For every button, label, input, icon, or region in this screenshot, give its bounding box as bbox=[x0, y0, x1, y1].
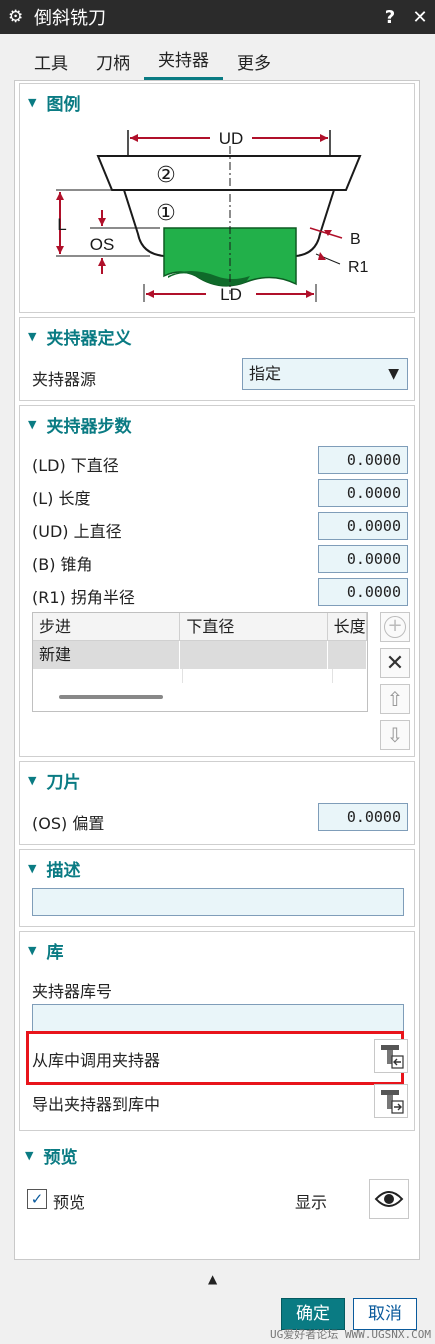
column-header[interactable]: 长度 bbox=[328, 613, 367, 640]
collapse-triangle-icon: ▼ bbox=[25, 1148, 34, 1162]
close-button[interactable]: ✕ bbox=[405, 7, 435, 28]
library-number-input[interactable] bbox=[32, 1004, 404, 1032]
export-to-library-label: 导出夹持器到库中 bbox=[32, 1095, 161, 1114]
chevron-down-icon: ▼ bbox=[388, 366, 399, 382]
lower-diameter-label: (LD) 下直径 bbox=[32, 456, 119, 475]
help-button[interactable]: ? bbox=[375, 7, 405, 28]
settings-panel: ▼ 图例 UD ② ① L OS B R1 LD ▼ 夹持器定义 夹持器源 指定… bbox=[14, 80, 420, 1260]
table-row[interactable]: 新建 bbox=[33, 641, 367, 669]
library-group: ▼ 库 夹持器库号 从库中调用夹持器 导出夹持器到库中 bbox=[19, 931, 415, 1131]
holder-diagram: UD ② ① L OS B R1 LD bbox=[56, 129, 369, 304]
collapse-triangle-icon: ▼ bbox=[28, 417, 37, 431]
label-section-2: ② bbox=[156, 163, 176, 188]
corner-radius-label: (R1) 拐角半径 bbox=[32, 588, 135, 607]
add-step-button[interactable]: + bbox=[380, 612, 410, 642]
upper-diameter-field[interactable]: 0.0000 bbox=[318, 512, 408, 540]
collapse-up-icon[interactable]: ▲ bbox=[208, 1272, 217, 1286]
collapse-triangle-icon: ▼ bbox=[28, 95, 37, 109]
arrow-down-icon: ⇩ bbox=[386, 723, 404, 747]
label-b: B bbox=[350, 231, 361, 248]
tab-tool[interactable]: 工具 bbox=[20, 40, 82, 80]
holder-source-label: 夹持器源 bbox=[32, 370, 97, 389]
legend-header[interactable]: ▼ 图例 bbox=[28, 90, 80, 115]
tab-shank[interactable]: 刀柄 bbox=[82, 40, 144, 80]
holder-definition-header[interactable]: ▼ 夹持器定义 bbox=[28, 324, 131, 349]
show-result-button[interactable] bbox=[369, 1179, 409, 1219]
library-number-label: 夹持器库号 bbox=[32, 982, 113, 1001]
label-section-1: ① bbox=[156, 201, 176, 226]
library-header[interactable]: ▼ 库 bbox=[28, 938, 63, 963]
corner-radius-field[interactable]: 0.0000 bbox=[318, 578, 408, 606]
label-os: OS bbox=[90, 235, 115, 254]
collapse-triangle-icon: ▼ bbox=[28, 861, 37, 875]
horizontal-scrollbar[interactable] bbox=[59, 695, 163, 699]
retrieve-from-library-label: 从库中调用夹持器 bbox=[32, 1051, 161, 1070]
retrieve-from-library-button[interactable] bbox=[374, 1039, 408, 1073]
title-bar: ⚙ 倒斜铣刀 ? ✕ bbox=[0, 0, 435, 34]
column-header[interactable]: 下直径 bbox=[180, 613, 328, 640]
holder-steps-header[interactable]: ▼ 夹持器步数 bbox=[28, 412, 131, 437]
steps-table: 步进 下直径 长度 新建 bbox=[32, 612, 368, 712]
preview-checkbox-label: 预览 bbox=[53, 1193, 86, 1212]
preview-checkbox[interactable]: ✓ bbox=[27, 1189, 47, 1209]
preview-header[interactable]: ▼ 预览 bbox=[25, 1143, 77, 1168]
collapse-triangle-icon: ▼ bbox=[28, 773, 37, 787]
x-icon: ✕ bbox=[385, 650, 405, 676]
insert-group: ▼ 刀片 (OS) 偏置 0.0000 bbox=[19, 761, 415, 845]
taper-angle-field[interactable]: 0.0000 bbox=[318, 545, 408, 573]
show-label: 显示 bbox=[295, 1193, 328, 1212]
gear-icon[interactable]: ⚙ bbox=[8, 7, 34, 27]
tab-bar: 工具 刀柄 夹持器 更多 bbox=[0, 34, 435, 80]
arrow-up-icon: ⇧ bbox=[386, 687, 404, 711]
delete-step-button[interactable]: ✕ bbox=[380, 648, 410, 678]
insert-header[interactable]: ▼ 刀片 bbox=[28, 768, 80, 793]
label-ld: LD bbox=[220, 285, 242, 304]
offset-field[interactable]: 0.0000 bbox=[318, 803, 408, 831]
library-retrieve-icon bbox=[381, 1045, 404, 1069]
legend-group: ▼ 图例 UD ② ① L OS B R1 LD bbox=[19, 83, 415, 313]
collapse-triangle-icon: ▼ bbox=[28, 943, 37, 957]
collapse-triangle-icon: ▼ bbox=[28, 329, 37, 343]
move-up-button[interactable]: ⇧ bbox=[380, 684, 410, 714]
holder-definition-group: ▼ 夹持器定义 夹持器源 指定 ▼ bbox=[19, 317, 415, 401]
label-ud: UD bbox=[219, 129, 244, 148]
tab-more[interactable]: 更多 bbox=[223, 40, 285, 80]
export-to-library-button[interactable] bbox=[374, 1084, 408, 1118]
watermark: UG爱好者论坛 WWW.UGSNX.COM bbox=[270, 1328, 431, 1341]
tab-holder[interactable]: 夹持器 bbox=[144, 40, 223, 80]
length-field[interactable]: 0.0000 bbox=[318, 479, 408, 507]
label-l: L bbox=[57, 215, 66, 234]
window-title: 倒斜铣刀 bbox=[34, 8, 106, 29]
table-header: 步进 下直径 长度 bbox=[33, 613, 367, 641]
holder-source-select[interactable]: 指定 ▼ bbox=[242, 358, 408, 390]
length-label: (L) 长度 bbox=[32, 489, 91, 508]
move-down-button[interactable]: ⇩ bbox=[380, 720, 410, 750]
plus-circle-icon: + bbox=[384, 616, 406, 638]
description-input[interactable] bbox=[32, 888, 404, 916]
holder-steps-group: ▼ 夹持器步数 (LD) 下直径 0.0000 (L) 长度 0.0000 (U… bbox=[19, 405, 415, 757]
table-empty-row bbox=[33, 669, 367, 683]
eye-icon bbox=[374, 1191, 404, 1207]
upper-diameter-label: (UD) 上直径 bbox=[32, 522, 122, 541]
description-group: ▼ 描述 bbox=[19, 849, 415, 927]
offset-label: (OS) 偏置 bbox=[32, 814, 105, 833]
library-export-icon bbox=[381, 1090, 404, 1114]
column-header[interactable]: 步进 bbox=[33, 613, 181, 640]
taper-angle-label: (B) 锥角 bbox=[32, 555, 93, 574]
label-r1: R1 bbox=[348, 259, 369, 276]
description-header[interactable]: ▼ 描述 bbox=[28, 856, 80, 881]
lower-diameter-field[interactable]: 0.0000 bbox=[318, 446, 408, 474]
